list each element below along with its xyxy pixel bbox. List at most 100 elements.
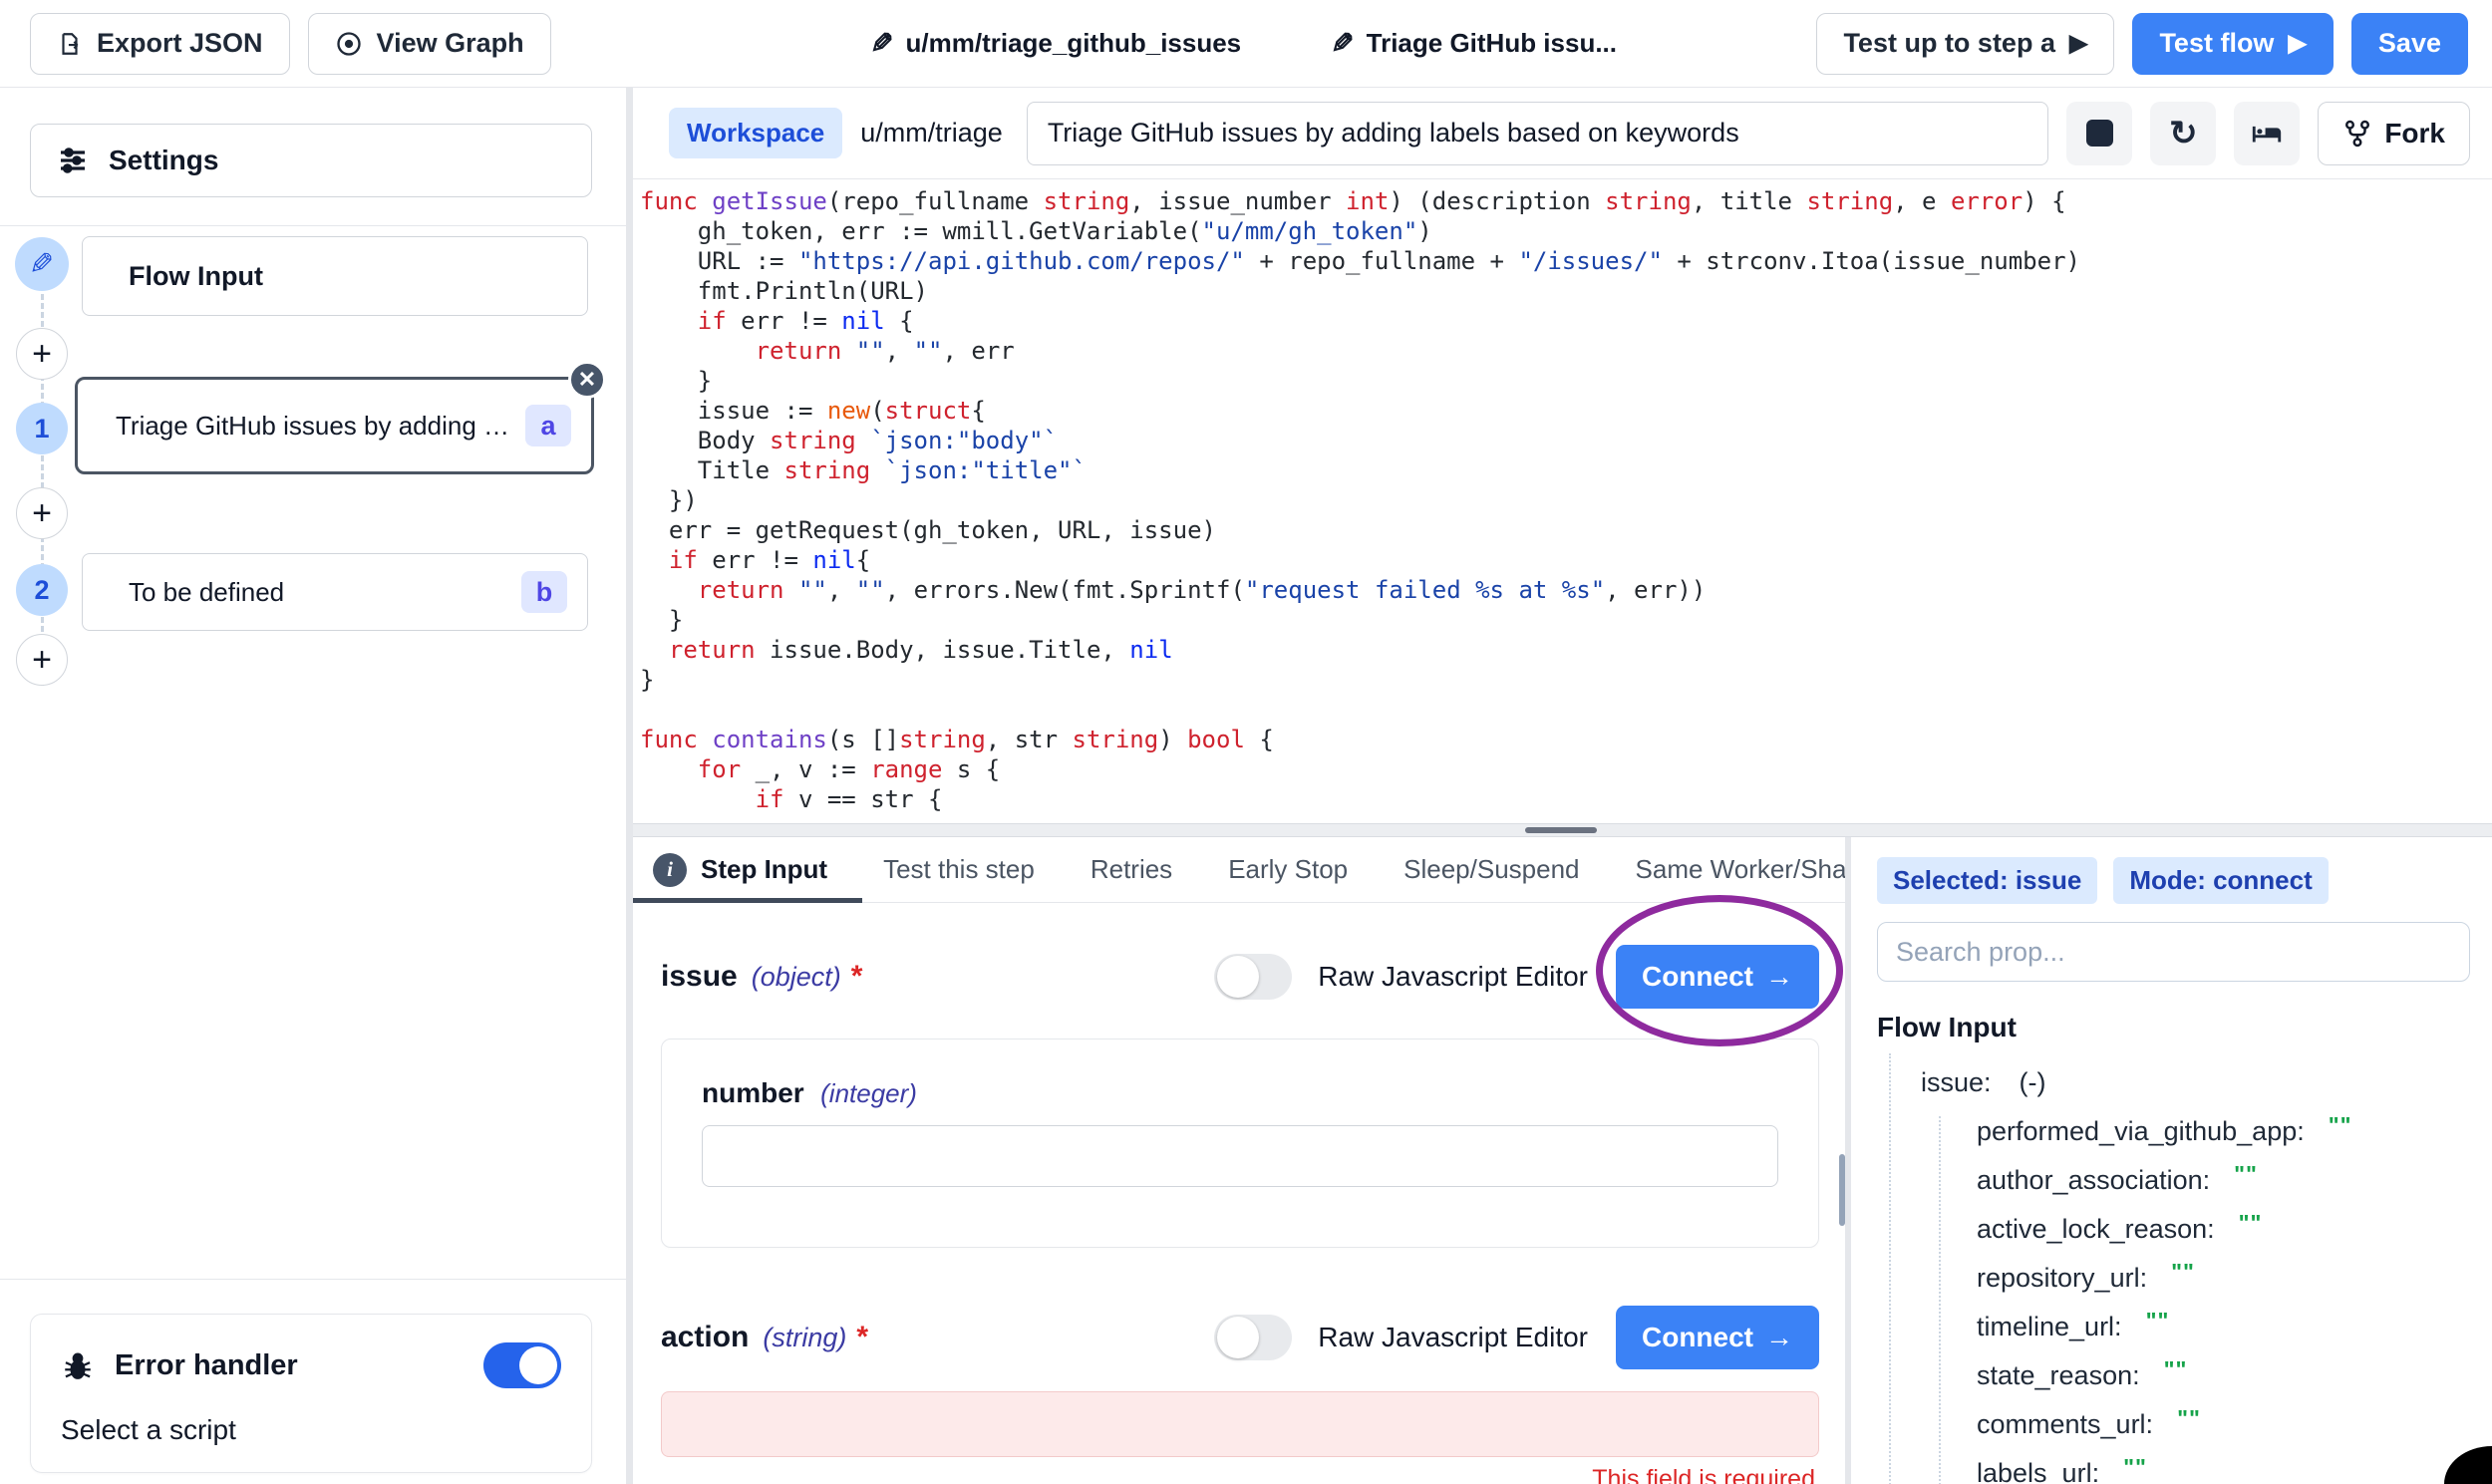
flow-path-text: u/mm/triage_github_issues	[906, 28, 1242, 59]
pencil-icon: ✎	[29, 247, 54, 282]
tree-prop-repository-url[interactable]: repository_url:""	[1977, 1263, 2482, 1294]
flow-input-node-icon[interactable]: ✎	[15, 237, 69, 291]
connect-button-action[interactable]: Connect →	[1616, 1306, 1819, 1369]
step-1-close-icon[interactable]: ✕	[568, 361, 606, 399]
stop-button[interactable]	[2066, 102, 2132, 165]
tree-key: issue:	[1921, 1067, 1992, 1098]
tree-prop-active-lock-reason[interactable]: active_lock_reason:""	[1977, 1214, 2482, 1245]
subfield-type: (integer)	[820, 1078, 917, 1108]
empty-string-value: ""	[2146, 1308, 2170, 1335]
sliders-icon	[57, 145, 89, 176]
tab-step-input[interactable]: iStep Input	[653, 853, 827, 887]
mode-badge: Mode: connect	[2113, 857, 2328, 904]
subfield-name: number	[702, 1077, 804, 1108]
view-graph-button[interactable]: View Graph	[308, 13, 551, 75]
tree-root-label: Flow Input	[1877, 1012, 2482, 1043]
step-1-card-selected[interactable]: Triage GitHub issues by adding labels ..…	[75, 377, 594, 474]
main-panel: Workspace u/mm/triage ↻ Fork	[633, 88, 2492, 1484]
tree-prop-performed-via-github-app[interactable]: performed_via_github_app:""	[1977, 1116, 2482, 1147]
fork-button[interactable]: Fork	[2318, 102, 2470, 165]
search-prop-input[interactable]	[1877, 922, 2470, 982]
tab-retries[interactable]: Retries	[1090, 854, 1172, 885]
add-step-button-1[interactable]: +	[16, 328, 68, 380]
summary-input[interactable]	[1027, 102, 2049, 165]
tab-sleep-suspend[interactable]: Sleep/Suspend	[1403, 854, 1579, 885]
code-line: })	[640, 485, 2492, 515]
play-icon: ▶	[2069, 29, 2087, 58]
tree-prop-author-association[interactable]: author_association:""	[1977, 1165, 2482, 1196]
save-button[interactable]: Save	[2351, 13, 2468, 75]
code-line: gh_token, err := wmill.GetVariable("u/mm…	[640, 216, 2492, 246]
edit-pencil-icon: ✎	[1331, 27, 1354, 60]
error-handler-card: Error handler Select a script	[30, 1314, 592, 1473]
field-row-action: action (string) * Raw Javascript Editor …	[633, 1306, 1845, 1369]
export-json-button[interactable]: Export JSON	[30, 13, 290, 75]
raw-js-label: Raw Javascript Editor	[1318, 1322, 1588, 1353]
tab-same-worker-shared-dir[interactable]: Same Worker/Shared dir	[1636, 854, 1851, 885]
test-flow-label: Test flow	[2159, 28, 2274, 59]
tree-prop-comments-url[interactable]: comments_url:""	[1977, 1409, 2482, 1440]
workspace-badge: Workspace	[669, 108, 842, 158]
tab-early-stop[interactable]: Early Stop	[1228, 854, 1348, 885]
tree-prop-labels-url[interactable]: labels_url:""	[1977, 1458, 2482, 1484]
toggle-knob	[1217, 956, 1259, 998]
step-2-card[interactable]: To be defined b	[82, 553, 588, 631]
script-path[interactable]: u/mm/triage	[860, 118, 1003, 148]
header-left-actions: Export JSON View Graph	[30, 13, 551, 75]
scrollbar-thumb[interactable]	[1839, 1154, 1845, 1226]
sleep-button[interactable]	[2234, 102, 2300, 165]
active-tab-underline	[633, 898, 862, 903]
empty-string-value: ""	[2329, 1112, 2352, 1139]
code-line: func contains(s []string, str string) bo…	[640, 725, 2492, 754]
top-header: Export JSON View Graph ✎ u/mm/triage_git…	[0, 0, 2492, 88]
selected-badge: Selected: issue	[1877, 857, 2097, 904]
raw-js-label: Raw Javascript Editor	[1318, 961, 1588, 993]
raw-js-toggle-action[interactable]	[1214, 1315, 1292, 1360]
tab-test-this-step[interactable]: Test this step	[883, 854, 1035, 885]
flow-input-label: Flow Input	[129, 261, 263, 292]
tree-prop-timeline-url[interactable]: timeline_url:""	[1977, 1312, 2482, 1342]
test-flow-button[interactable]: Test flow ▶	[2132, 13, 2333, 75]
code-line: }	[640, 366, 2492, 396]
tree-prop-state-reason[interactable]: state_reason:""	[1977, 1360, 2482, 1391]
required-error-message: This field is required	[633, 1465, 1815, 1484]
code-line: if err != nil{	[640, 545, 2492, 575]
bottom-panel: iStep Input Test this step Retries Early St…	[633, 837, 2492, 1484]
arrow-right-icon: →	[1765, 1322, 1793, 1353]
test-up-to-step-button[interactable]: Test up to step a ▶	[1816, 13, 2114, 75]
flow-path-item[interactable]: ✎ u/mm/triage_github_issues	[870, 27, 1241, 60]
step-2-number-badge: 2	[16, 564, 68, 616]
add-step-button-2[interactable]: +	[16, 487, 68, 539]
error-handler-toggle[interactable]	[483, 1342, 561, 1388]
action-input-invalid[interactable]	[661, 1391, 1819, 1457]
code-line: URL := "https://api.github.com/repos/" +…	[640, 246, 2492, 276]
tree-node-issue[interactable]: issue: (-)	[1921, 1053, 2482, 1098]
export-json-label: Export JSON	[97, 28, 263, 59]
flow-title-item[interactable]: ✎ Triage GitHub issu...	[1331, 27, 1617, 60]
code-content: func getIssue(repo_fullname string, issu…	[633, 179, 2492, 814]
number-input[interactable]	[702, 1125, 1778, 1187]
fork-label: Fork	[2384, 118, 2445, 149]
bed-icon	[2250, 117, 2284, 150]
info-icon: i	[653, 853, 687, 887]
splitter-handle[interactable]	[1525, 827, 1597, 833]
step-1-id-badge: a	[525, 405, 571, 446]
code-editor[interactable]: func getIssue(repo_fullname string, issu…	[633, 179, 2492, 823]
error-handler-subtitle[interactable]: Select a script	[61, 1414, 561, 1446]
settings-button[interactable]: Settings	[30, 124, 592, 197]
issue-object-card: number (integer)	[661, 1039, 1819, 1248]
code-line: for _, v := range s {	[640, 754, 2492, 784]
flow-input-node[interactable]: Flow Input	[82, 236, 588, 316]
field-type: (string)	[763, 1323, 846, 1353]
connect-button-issue[interactable]: Connect →	[1616, 945, 1819, 1009]
field-row-issue: issue (object) * Raw Javascript Editor C…	[633, 945, 1845, 1009]
step-toolbar: Workspace u/mm/triage ↻ Fork	[633, 88, 2492, 179]
horizontal-splitter[interactable]	[633, 823, 2492, 837]
raw-js-toggle-issue[interactable]	[1214, 954, 1292, 1000]
code-line: return issue.Body, issue.Title, nil	[640, 635, 2492, 665]
header-breadcrumbs: ✎ u/mm/triage_github_issues ✎ Triage Git…	[751, 27, 1617, 60]
add-step-button-3[interactable]: +	[16, 634, 68, 686]
view-graph-label: View Graph	[377, 28, 524, 59]
refresh-button[interactable]: ↻	[2150, 102, 2216, 165]
code-line: return "", "", err	[640, 336, 2492, 366]
